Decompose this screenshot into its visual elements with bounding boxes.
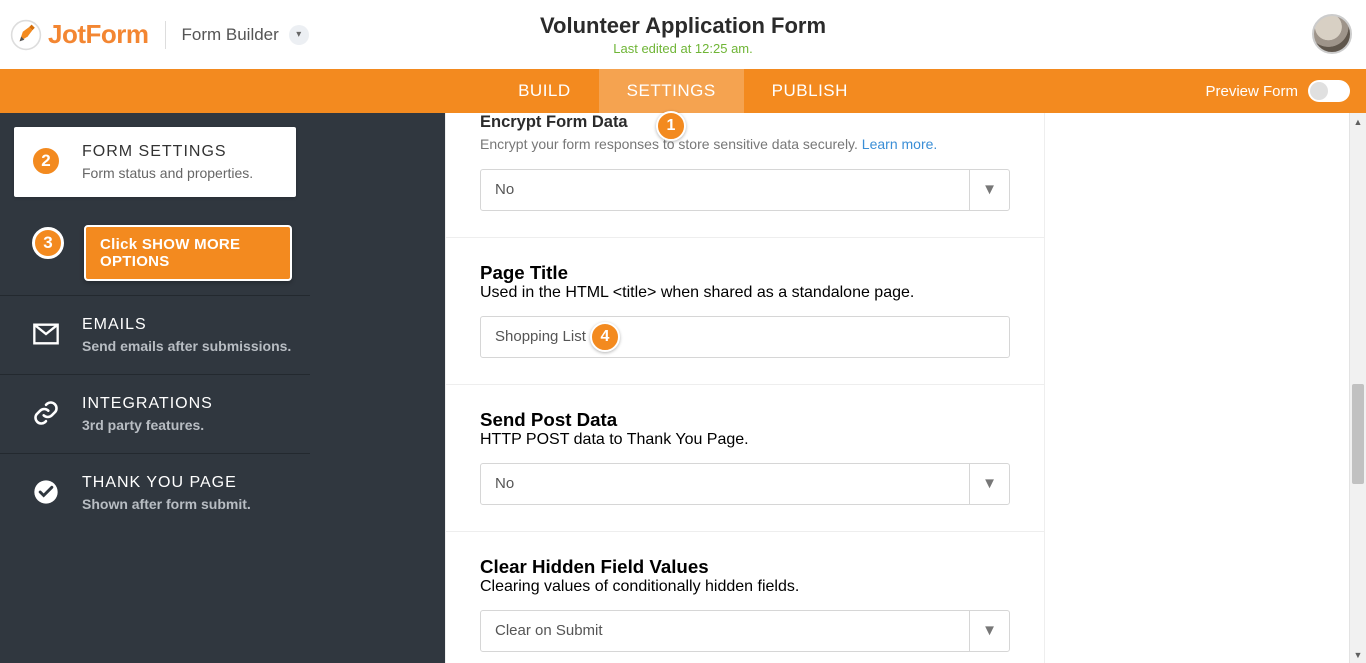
right-gutter: [1045, 113, 1366, 663]
post-data-select[interactable]: No ▼: [480, 463, 1010, 505]
settings-sidebar: 2 FORM SETTINGS Form status and properti…: [0, 113, 310, 663]
section-title: Clear Hidden Field Values: [480, 556, 1010, 578]
select-value: Clear on Submit: [495, 622, 603, 639]
nav-tabs: BUILD SETTINGS PUBLISH: [490, 69, 876, 113]
page-title-block: Volunteer Application Form Last edited a…: [540, 13, 826, 56]
sidebar-item-form-settings[interactable]: 2 FORM SETTINGS Form status and properti…: [14, 127, 296, 197]
main-navbar: BUILD SETTINGS PUBLISH Preview Form: [0, 69, 1366, 113]
app-header: JotForm Form Builder ▾ Volunteer Applica…: [0, 0, 1366, 69]
brand-logo[interactable]: JotForm: [0, 19, 149, 51]
scroll-up-icon[interactable]: ▲: [1350, 113, 1366, 130]
breadcrumb-label: Form Builder: [182, 25, 279, 45]
clear-hidden-select[interactable]: Clear on Submit ▼: [480, 610, 1010, 652]
section-desc: Clearing values of conditionally hidden …: [480, 578, 1010, 596]
pen-icon: [10, 19, 42, 51]
section-post-data: Send Post Data HTTP POST data to Thank Y…: [446, 385, 1044, 532]
chevron-down-icon: ▼: [969, 464, 1009, 504]
annotation-badge-1: 1: [656, 111, 686, 141]
encrypt-select[interactable]: No ▼: [480, 169, 1010, 211]
form-title[interactable]: Volunteer Application Form: [540, 13, 826, 39]
select-value: No: [495, 181, 514, 198]
sidebar-item-emails[interactable]: EMAILS Send emails after submissions.: [0, 296, 310, 375]
breadcrumb[interactable]: Form Builder ▾: [182, 25, 309, 45]
toggle-knob: [1310, 82, 1328, 100]
preview-toggle[interactable]: [1308, 80, 1350, 102]
preview-form-control[interactable]: Preview Form: [1205, 69, 1350, 113]
main-area: 2 FORM SETTINGS Form status and properti…: [0, 113, 1366, 663]
settings-panel: Encrypt Form Data Encrypt your form resp…: [445, 113, 1045, 663]
section-clear-hidden: Clear Hidden Field Values Clearing value…: [446, 532, 1044, 656]
sidebar-item-desc: Shown after form submit.: [82, 496, 251, 512]
email-icon: [32, 320, 60, 348]
scroll-down-icon[interactable]: ▼: [1350, 646, 1366, 663]
section-encrypt: Encrypt Form Data Encrypt your form resp…: [446, 113, 1044, 238]
sidebar-item-integrations[interactable]: INTEGRATIONS 3rd party features.: [0, 375, 310, 454]
link-icon: [32, 399, 60, 427]
scroll-track[interactable]: [1350, 130, 1366, 646]
chevron-down-icon: ▼: [969, 611, 1009, 651]
user-avatar[interactable]: [1312, 14, 1352, 54]
chevron-down-icon: ▼: [969, 170, 1009, 210]
sidebar-item-desc: Form status and properties.: [82, 165, 253, 181]
tab-settings[interactable]: SETTINGS: [599, 69, 744, 113]
section-page-title: Page Title Used in the HTML <title> when…: [446, 238, 1044, 385]
select-value: No: [495, 475, 514, 492]
annotation-badge-4: 4: [590, 322, 620, 352]
section-title: Page Title: [480, 262, 1010, 284]
sidebar-item-annotation-3: 3 Click SHOW MORE OPTIONS: [0, 211, 310, 296]
learn-more-link[interactable]: Learn more.: [862, 136, 937, 152]
section-title: Encrypt Form Data: [480, 113, 1010, 132]
sidebar-item-title: THANK YOU PAGE: [82, 474, 251, 492]
sidebar-item-title: FORM SETTINGS: [82, 143, 253, 161]
page-title-input[interactable]: [480, 316, 1010, 358]
brand-name: JotForm: [48, 19, 149, 50]
preview-label: Preview Form: [1205, 83, 1298, 100]
show-more-options-button[interactable]: Click SHOW MORE OPTIONS: [84, 225, 292, 281]
section-desc: HTTP POST data to Thank You Page.: [480, 431, 1010, 449]
tab-build[interactable]: BUILD: [490, 69, 599, 113]
check-circle-icon: [32, 478, 60, 506]
section-desc: Used in the HTML <title> when shared as …: [480, 284, 1010, 302]
vertical-divider: [165, 21, 166, 49]
annotation-badge-3: 3: [32, 227, 64, 259]
sidebar-item-desc: 3rd party features.: [82, 417, 213, 433]
chevron-down-icon[interactable]: ▾: [289, 25, 309, 45]
sidebar-item-desc: Send emails after submissions.: [82, 338, 291, 354]
section-title: Send Post Data: [480, 409, 1010, 431]
last-edited-label: Last edited at 12:25 am.: [540, 41, 826, 56]
scroll-thumb[interactable]: [1352, 384, 1364, 484]
dark-spacer: [310, 113, 445, 663]
sidebar-item-thank-you[interactable]: THANK YOU PAGE Shown after form submit.: [0, 454, 310, 532]
sidebar-item-title: EMAILS: [82, 316, 291, 334]
sidebar-item-title: INTEGRATIONS: [82, 395, 213, 413]
section-desc: Encrypt your form responses to store sen…: [480, 135, 1010, 155]
annotation-badge-2: 2: [30, 145, 62, 177]
browser-scrollbar[interactable]: ▲ ▼: [1349, 113, 1366, 663]
tab-publish[interactable]: PUBLISH: [744, 69, 876, 113]
